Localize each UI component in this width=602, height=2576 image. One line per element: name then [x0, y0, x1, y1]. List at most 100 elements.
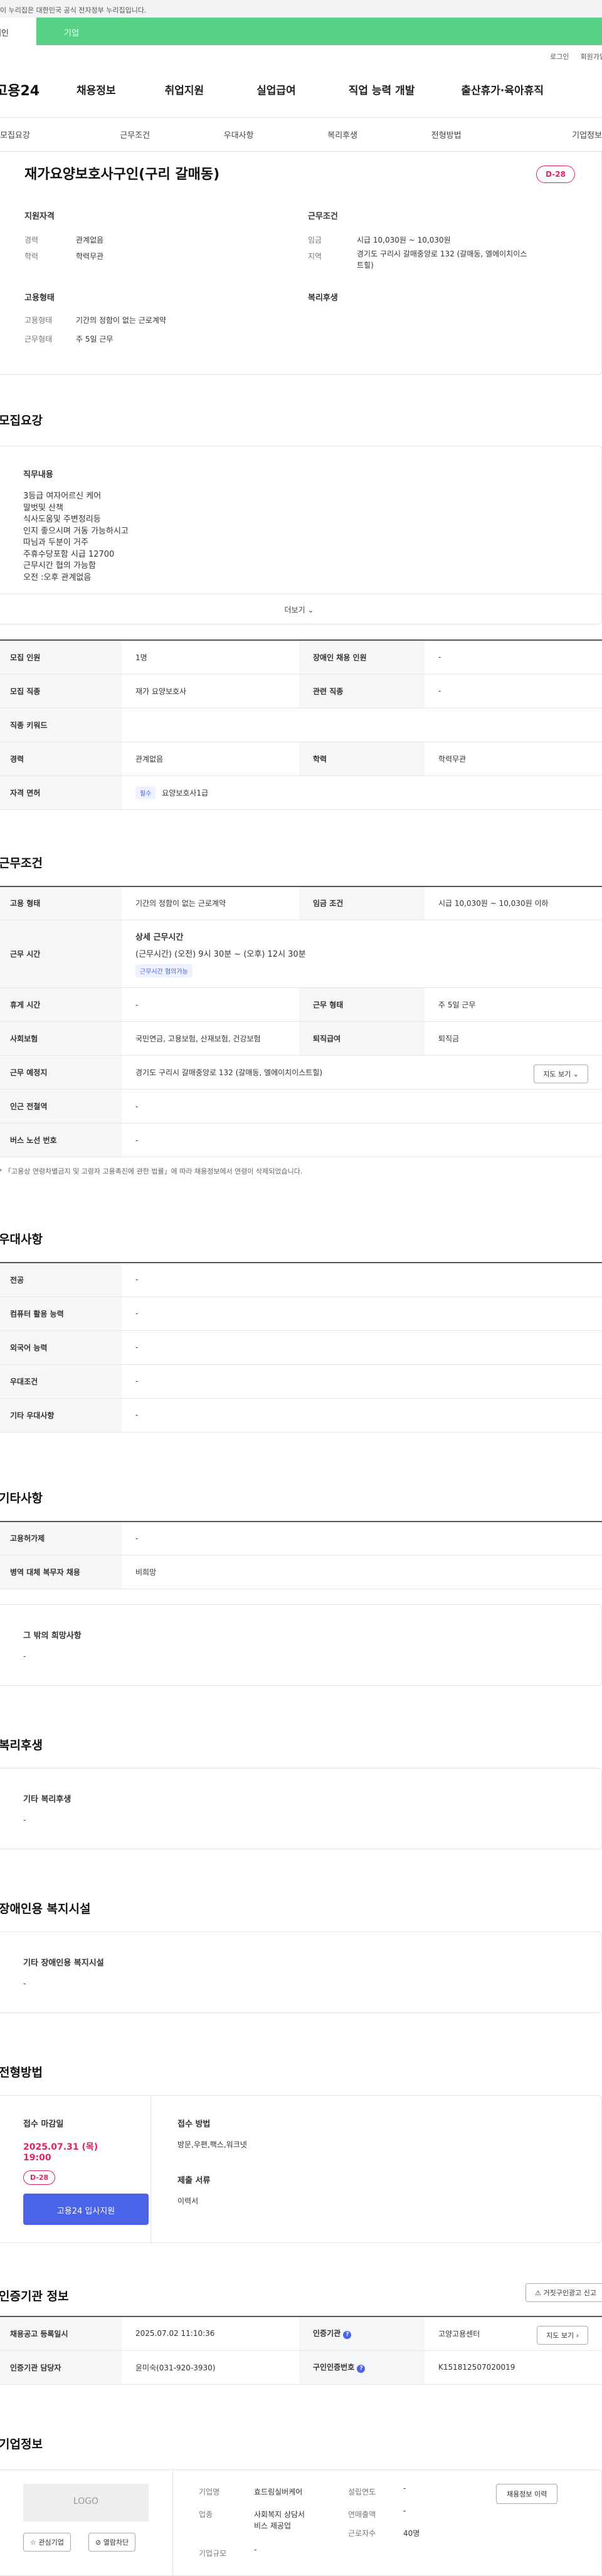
table-row: 모집 직종 재가 요양보호사 관련 직종 - [0, 674, 602, 708]
row-value: 1명 [122, 640, 299, 675]
row-label: 직종 키워드 [0, 708, 122, 742]
row-label: 모집 직종 [0, 674, 122, 708]
block-button[interactable]: ⊘ 열람차단 [88, 2532, 136, 2552]
apply-button[interactable]: 고용24 입사지원 [23, 2194, 149, 2225]
time-negotiable-tag: 근무시간 협의가능 [135, 964, 193, 977]
location-label: 지역 [308, 252, 322, 261]
cert-header: 인증기관 정보 ⚠ 거짓구인광고 신고 [0, 2283, 602, 2305]
info-icon[interactable]: ? [343, 2331, 352, 2340]
industry-value: 사회복지 상담서 [254, 2510, 305, 2519]
gnb-item-training[interactable]: 직업 능력 개발 [349, 81, 415, 97]
site-logo[interactable]: 고용24 [0, 80, 77, 100]
tab-screening[interactable]: 전형방법 [394, 129, 499, 140]
agency-map-button[interactable]: 지도 보기 › [537, 2326, 588, 2345]
job-title: 재가요양보호사구인(구리 갈매동) [24, 167, 220, 182]
other-wishes-value: - [23, 1652, 26, 1661]
row-label: 장애인 채용 인원 [299, 640, 425, 675]
docs-heading: 제출 서류 [177, 2176, 211, 2185]
type-heading: 고용형태 [24, 293, 55, 303]
table-row: 모집 인원 1명 장애인 채용 인원 - [0, 640, 602, 675]
emp-type-value: 기간의 정함이 없는 근로계약 [76, 316, 166, 325]
company-size-value: - [254, 2545, 257, 2554]
row-value: 기간의 정함이 없는 근로계약 [122, 886, 299, 920]
time-value: (근무시간) (오전) 9시 30분 ~ (오후) 12시 30분 [135, 950, 306, 959]
employees-value: 40명 [403, 2528, 420, 2538]
tab-work[interactable]: 근무조건 [83, 129, 187, 140]
info-icon[interactable]: ? [357, 2365, 366, 2373]
row-value: 경기도 구리시 갈매중앙로 132 (갈매동, 엘에이치이스트힐) 지도 보기 … [122, 1055, 602, 1090]
company-name-label: 기업명 [199, 2487, 220, 2496]
place-value: 경기도 구리시 갈매중앙로 132 (갈매동, 엘에이치이스트힐) [135, 1068, 323, 1077]
duty-heading: 직무내용 [23, 470, 53, 480]
row-label: 구인인증번호 ? [299, 2350, 425, 2385]
row-label: 사회보험 [0, 1021, 122, 1056]
row-label: 병역 대체 복무자 채용 [0, 1555, 122, 1589]
company-card: LOGO ☆ 관심기업 ⊘ 열람차단 기업명 효드림실버케어 업종 사회복지 상… [0, 2469, 602, 2576]
row-value: - [122, 1263, 602, 1297]
recruit-table: 모집 인원 1명 장애인 채용 인원 - 모집 직종 재가 요양보호사 관련 직종 - 직종… [0, 639, 602, 810]
time-heading: 상세 근무시간 [135, 933, 184, 942]
row-label: 채용공고 등록일시 [0, 2316, 122, 2351]
cond-heading: 근무조건 [308, 212, 338, 221]
method-value: 방문,우편,팩스,워크넷 [177, 2140, 247, 2149]
star-icon: ☆ [30, 2538, 36, 2547]
welfare-heading: 기타 복리후생 [23, 1795, 71, 1804]
career-label: 경력 [24, 236, 39, 244]
tab-company[interactable]: 기업 [36, 18, 602, 45]
tab-personal[interactable]: 개인 [0, 18, 36, 45]
disabled-heading: 기타 장애인용 복지시설 [23, 1958, 104, 1968]
row-value: - [122, 1296, 602, 1331]
block-icon: ⊘ [95, 2538, 102, 2547]
gnb-item-unemployment[interactable]: 실업급여 [256, 81, 296, 97]
pref-table: 전공 - 컴퓨터 활용 능력 - 외국어 능력 - 우대조건 - 기타 우대사항 - [0, 1262, 602, 1433]
row-value: K151812507020019 [425, 2350, 602, 2385]
more-button[interactable]: 더보기 ⌄ [0, 594, 601, 624]
row-value: - [425, 640, 602, 675]
row-label: 인근 전철역 [0, 1089, 122, 1123]
method-heading: 접수 방법 [177, 2120, 211, 2129]
report-button[interactable]: ⚠ 거짓구인광고 신고 [525, 2283, 602, 2302]
age-notice: * 「고용상 연령차별금지 및 고령자 고용촉진에 관한 법률」에 따라 채용정… [0, 1167, 303, 1175]
row-label: 인증기관 ? [299, 2316, 425, 2351]
employees-label: 근로자수 [348, 2528, 376, 2538]
dday-badge: D-28 [23, 2170, 56, 2185]
row-label: 경력 [0, 742, 122, 776]
tab-recruit[interactable]: 모집요강 [0, 129, 83, 140]
hiring-history-button[interactable]: 채용정보 이력 [496, 2483, 558, 2504]
welfare-heading: 복리후생 [308, 293, 338, 303]
location-value: 경기도 구리시 갈매중앙로 132 (갈매동, 엘에이치이스 [357, 250, 527, 258]
duty-line: 3등급 여자어르신 케어 [23, 492, 102, 501]
row-value: 상세 근무시간 (근무시간) (오전) 9시 30분 ~ (오후) 12시 30… [122, 920, 602, 988]
method-block: 접수 방법 방문,우편,팩스,워크넷 제출 서류 이력서 [151, 2096, 273, 2242]
row-value: 윤미숙(031-920-3930) [122, 2350, 299, 2385]
map-button[interactable]: 지도 보기 ⌄ [534, 1065, 588, 1083]
gnb-item-leave[interactable]: 출산휴가·육아휴직 [461, 81, 544, 97]
row-value: 퇴직금 [425, 1021, 602, 1056]
row-value: - [425, 674, 602, 708]
gnb-item-support[interactable]: 취업지원 [165, 81, 204, 97]
tab-company[interactable]: 기업정보 [498, 129, 602, 140]
row-value: 필수 요양보호사1급 [122, 775, 602, 810]
duty-line: 오전 :오후 관계없음 [23, 572, 92, 582]
deadline-heading: 접수 마감일 [23, 2120, 64, 2129]
table-row: 외국어 능력 - [0, 1330, 602, 1365]
edu-value: 학력무관 [76, 252, 104, 261]
row-value: 학력무관 [425, 742, 602, 776]
etc-title: 기타사항 [0, 1491, 43, 1505]
signup-link[interactable]: 회원가입 [581, 51, 602, 61]
cert-table: 채용공고 등록일시 2025.07.02 11:10:36 인증기관 ? 고양고용센터… [0, 2316, 602, 2385]
favorite-button[interactable]: ☆ 관심기업 [23, 2532, 71, 2552]
tab-welfare[interactable]: 복리후생 [290, 129, 394, 140]
table-row: 경력 관계없음 학력 학력무관 [0, 742, 602, 776]
row-label: 전공 [0, 1263, 122, 1297]
license-value: 요양보호사1급 [162, 788, 209, 797]
gnb-item-jobs[interactable]: 채용정보 [77, 81, 116, 97]
row-label: 외국어 능력 [0, 1330, 122, 1365]
duty-line: 인지 좋으시며 거동 가능하시고 [23, 526, 129, 536]
tab-pref[interactable]: 우대사항 [187, 129, 291, 140]
sales-value: - [403, 2506, 406, 2515]
login-link[interactable]: 로그인 [550, 51, 569, 61]
founded-value: - [403, 2483, 406, 2493]
duty-card: 직무내용 3등급 여자어르신 케어 말벗및 산책 식사도움및 주변정리등 인지 … [0, 446, 602, 624]
disabled-value: - [23, 1979, 26, 1988]
